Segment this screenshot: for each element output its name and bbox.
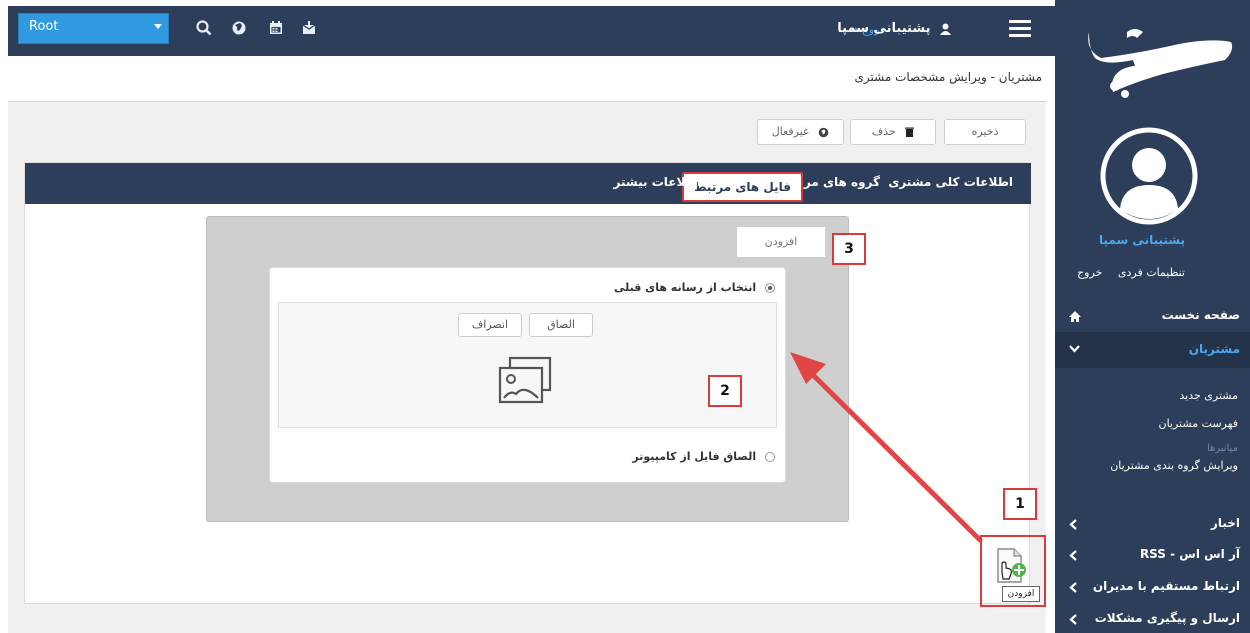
sidebar-item-home[interactable]: صفحه نخست bbox=[1055, 301, 1250, 331]
chevron-left-icon bbox=[1069, 550, 1077, 561]
submenu-new-customer[interactable]: مشتری جدید bbox=[1179, 389, 1238, 402]
sidebar-logout-link[interactable]: خروج bbox=[1077, 266, 1102, 279]
sidebar-item-label: ارسال و پیگیری مشکلات bbox=[1094, 611, 1240, 625]
home-icon bbox=[1069, 311, 1081, 322]
sidebar-user-name: پشتیبانی سمپا bbox=[1099, 233, 1185, 247]
add-file-icon[interactable] bbox=[994, 546, 1030, 588]
sidebar-item-issues[interactable]: ارسال و پیگیری مشکلات bbox=[1055, 604, 1250, 633]
page: Root خروج → پشتیبانی سمپا مشتریان - ویرا… bbox=[0, 0, 1250, 633]
sidebar-item-label: ارتباط مستقیم با مدیران bbox=[1092, 579, 1240, 593]
sidebar-item-label: اخبار bbox=[1210, 516, 1240, 530]
add-tooltip: افزودن bbox=[1002, 586, 1040, 602]
submenu-shortcuts-heading: میانبرها bbox=[1206, 443, 1238, 454]
chevron-down-icon bbox=[1069, 345, 1080, 353]
submenu-edit-customer-groups[interactable]: ویرایش گروه بندی مشتریان bbox=[1110, 459, 1238, 472]
saipa-logo bbox=[1088, 29, 1233, 98]
tooltip-label: افزودن bbox=[1007, 589, 1035, 599]
sidebar: پشتیبانی سمپا تنظیمات فردی خروج صفحه نخس… bbox=[1055, 0, 1250, 633]
chevron-left-icon bbox=[1069, 614, 1077, 625]
submenu-customers-list[interactable]: فهرست مشتریان bbox=[1159, 417, 1239, 430]
chevron-left-icon bbox=[1069, 519, 1077, 530]
avatar[interactable] bbox=[1100, 127, 1198, 225]
sidebar-item-customers[interactable]: مشتریان bbox=[1055, 332, 1250, 368]
sidebar-item-label: صفحه نخست bbox=[1161, 308, 1240, 322]
personal-settings-link[interactable]: تنظیمات فردی bbox=[1118, 266, 1185, 279]
sidebar-item-rss[interactable]: آر اس اس - RSS bbox=[1055, 540, 1250, 570]
sidebar-item-contact-managers[interactable]: ارتباط مستقیم با مدیران bbox=[1055, 572, 1250, 602]
chevron-left-icon bbox=[1069, 582, 1077, 593]
sidebar-item-news[interactable]: اخبار bbox=[1055, 509, 1250, 539]
sidebar-item-label: آر اس اس - RSS bbox=[1139, 547, 1240, 561]
sidebar-item-label: مشتریان bbox=[1188, 342, 1240, 356]
sidebar-user-links: تنظیمات فردی خروج bbox=[1065, 266, 1185, 279]
